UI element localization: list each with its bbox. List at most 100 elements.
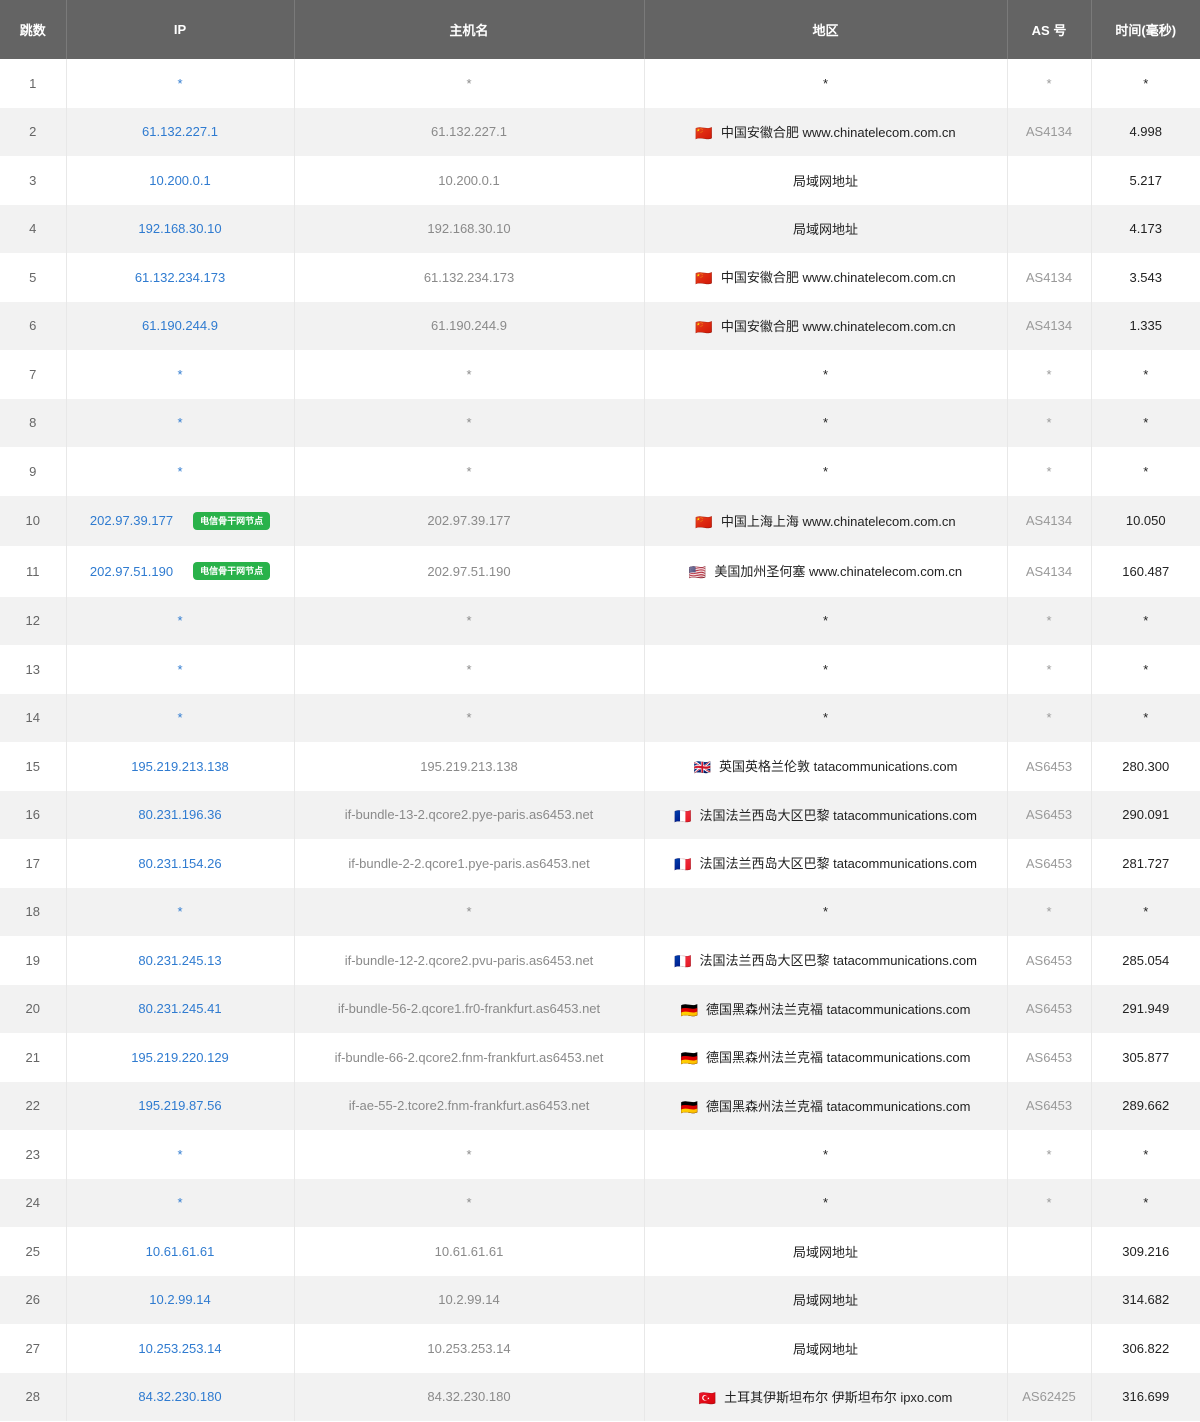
ip-link[interactable]: * [177, 76, 182, 91]
ip-link[interactable]: 80.231.245.13 [138, 953, 221, 968]
hostname-text: * [466, 904, 472, 920]
hop-cell: 28 [0, 1372, 67, 1421]
ip-link[interactable]: 195.219.87.56 [138, 1098, 221, 1113]
hop-cell: 24 [0, 1178, 67, 1227]
table-row: 10 202.97.39.177 电信骨干网节点 202.97.39.177 🇨🇳 中国上… [0, 495, 1200, 546]
region-cell: 🇨🇳 中国安徽合肥 www.chinatelecom.com.cn [644, 301, 1008, 350]
ip-cell-content: 61.132.227.1 [142, 124, 218, 139]
time-cell: 4.173 [1091, 205, 1200, 254]
region-cell: * [644, 1178, 1008, 1227]
time-cell: 314.682 [1091, 1276, 1200, 1325]
ip-link[interactable]: 195.219.220.129 [131, 1050, 229, 1065]
time-cell: 305.877 [1091, 1033, 1200, 1082]
hop-number: 1 [29, 75, 37, 91]
hop-cell: 22 [0, 1081, 67, 1130]
as-cell: AS6453 [1007, 742, 1092, 791]
as-number: AS4134 [1025, 269, 1073, 285]
ip-link[interactable]: * [177, 1147, 182, 1162]
region-cell: 🇩🇪 德国黑森州法兰克福 tatacommunications.com [644, 1081, 1008, 1130]
latency-ms: 1.335 [1129, 318, 1163, 334]
ip-link[interactable]: 61.132.227.1 [142, 124, 218, 139]
time-cell: 3.543 [1091, 253, 1200, 302]
hostname-cell: * [294, 693, 645, 742]
hostname-text: if-bundle-56-2.qcore1.fr0-frankfurt.as64… [337, 1001, 601, 1017]
ip-link[interactable]: 202.97.51.190 [90, 564, 173, 579]
region-cell: 🇩🇪 德国黑森州法兰克福 tatacommunications.com [644, 984, 1008, 1033]
hop-cell: 19 [0, 936, 67, 985]
hop-number: 18 [25, 904, 40, 920]
ip-link[interactable]: * [177, 464, 182, 479]
time-cell: * [1091, 350, 1200, 399]
as-number: AS4134 [1025, 513, 1073, 529]
latency-ms: * [1143, 1146, 1149, 1162]
region-text: 局域网地址 [792, 222, 858, 238]
ip-link[interactable]: 80.231.154.26 [138, 856, 221, 871]
ip-link[interactable]: * [177, 710, 182, 725]
hop-cell: 15 [0, 742, 67, 791]
ip-link[interactable]: * [177, 904, 182, 919]
time-cell: * [1091, 59, 1200, 108]
ip-link[interactable]: 84.32.230.180 [138, 1389, 221, 1404]
ip-link[interactable]: 10.61.61.61 [146, 1244, 215, 1259]
region-cell: * [644, 1130, 1008, 1179]
hostname-cell: * [294, 1178, 645, 1227]
hop-number: 16 [25, 807, 40, 823]
hostname-text: * [466, 463, 472, 479]
latency-ms: 285.054 [1122, 952, 1170, 968]
time-cell: 4.998 [1091, 108, 1200, 157]
hostname-text: 61.190.244.9 [431, 318, 507, 334]
ip-link[interactable]: 10.200.0.1 [149, 173, 210, 188]
ip-link[interactable]: 80.231.245.41 [138, 1001, 221, 1016]
as-number: AS6453 [1025, 1001, 1073, 1017]
time-cell: * [1091, 1179, 1200, 1228]
as-cell: * [1007, 1130, 1092, 1179]
ip-link[interactable]: 80.231.196.36 [138, 807, 221, 822]
ip-link[interactable]: 61.132.234.173 [135, 270, 225, 285]
hostname-cell: * [294, 887, 645, 936]
ip-link[interactable]: * [177, 1195, 182, 1210]
hop-cell: 12 [0, 596, 67, 645]
ip-link[interactable]: * [177, 415, 182, 430]
ip-link[interactable]: 10.2.99.14 [149, 1292, 210, 1307]
ip-link[interactable]: * [177, 662, 182, 677]
region-text: 美国加州圣何塞 www.chinatelecom.com.cn [714, 564, 963, 580]
region-text: * [822, 1146, 829, 1162]
hop-number: 25 [25, 1243, 40, 1259]
hop-cell: 20 [0, 984, 67, 1033]
hostname-cell: * [294, 1130, 645, 1179]
ip-link[interactable]: 10.253.253.14 [138, 1341, 221, 1356]
table-header: 跳数 IP 主机名 地区 AS 号 时间(毫秒) [0, 0, 1200, 59]
ip-link[interactable]: 202.97.39.177 [90, 513, 173, 528]
as-number: AS6453 [1025, 1049, 1073, 1065]
region-cell: 🇨🇳 中国安徽合肥 www.chinatelecom.com.cn [644, 253, 1008, 302]
table-row: 19 80.231.245.13 if-bundle-12-2.qcore2.pvu… [0, 936, 1200, 985]
ip-cell-content: 80.231.245.13 [138, 953, 221, 968]
hostname-text: * [466, 661, 472, 677]
table-row: 7 * * * * * [0, 350, 1200, 399]
ip-cell: * [66, 1178, 295, 1227]
hop-number: 20 [25, 1001, 40, 1017]
ip-link[interactable]: * [177, 613, 182, 628]
ip-link[interactable]: 192.168.30.10 [138, 221, 221, 236]
ip-link[interactable]: 195.219.213.138 [131, 759, 229, 774]
table-row: 5 61.132.234.173 61.132.234.173 🇨🇳 中国安徽合肥 ww… [0, 253, 1200, 302]
hop-number: 8 [29, 415, 37, 431]
ip-cell: 61.132.234.173 [66, 253, 295, 302]
hop-cell: 1 [0, 59, 67, 108]
ip-link[interactable]: * [177, 367, 182, 382]
region-text: 中国安徽合肥 www.chinatelecom.com.cn [720, 124, 956, 140]
as-number: * [1046, 1146, 1052, 1162]
as-number: * [1046, 613, 1052, 629]
region-cell: * [644, 398, 1008, 447]
hop-cell: 25 [0, 1227, 67, 1276]
latency-ms: 3.543 [1129, 269, 1163, 285]
as-number: * [1046, 661, 1052, 677]
region-cell: 局域网地址 [644, 1324, 1008, 1373]
as-cell: AS4134 [1007, 253, 1092, 302]
hop-number: 11 [26, 563, 40, 579]
column-header-hostname: 主机名 [294, 0, 645, 59]
ip-link[interactable]: 61.190.244.9 [142, 318, 218, 333]
as-number: AS62425 [1022, 1389, 1076, 1405]
latency-ms: 289.662 [1122, 1098, 1170, 1114]
as-cell: AS62425 [1007, 1372, 1092, 1421]
